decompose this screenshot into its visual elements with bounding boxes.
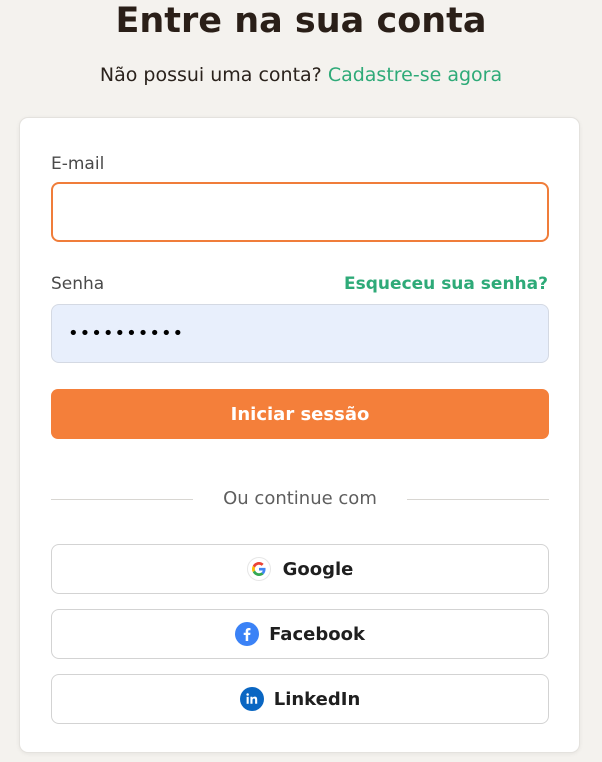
signup-prompt: Não possui uma conta? Cadastre-se agora — [0, 62, 602, 88]
google-label: Google — [282, 558, 354, 580]
facebook-icon — [235, 622, 260, 646]
signup-link[interactable]: Cadastre-se agora — [328, 64, 502, 86]
google-icon — [246, 557, 271, 581]
divider: Ou continue com — [51, 486, 549, 512]
email-input[interactable] — [51, 182, 549, 242]
forgot-password-link[interactable]: Esqueceu sua senha? — [344, 273, 548, 295]
linkedin-login-button[interactable]: LinkedIn — [51, 674, 549, 724]
password-input[interactable] — [51, 304, 549, 363]
linkedin-icon — [239, 687, 264, 711]
password-label: Senha — [51, 274, 105, 294]
divider-line-right — [407, 499, 549, 500]
signup-prompt-text: Não possui uma conta? — [99, 64, 322, 86]
facebook-login-button[interactable]: Facebook — [51, 609, 549, 659]
login-card: E-mail Senha Esqueceu sua senha? Iniciar… — [19, 117, 580, 753]
linkedin-label: LinkedIn — [273, 688, 361, 710]
facebook-label: Facebook — [269, 623, 365, 645]
login-button[interactable]: Iniciar sessão — [51, 389, 549, 439]
google-login-button[interactable]: Google — [51, 544, 549, 594]
page-title: Entre na sua conta — [115, 1, 487, 41]
email-label: E-mail — [51, 154, 105, 174]
